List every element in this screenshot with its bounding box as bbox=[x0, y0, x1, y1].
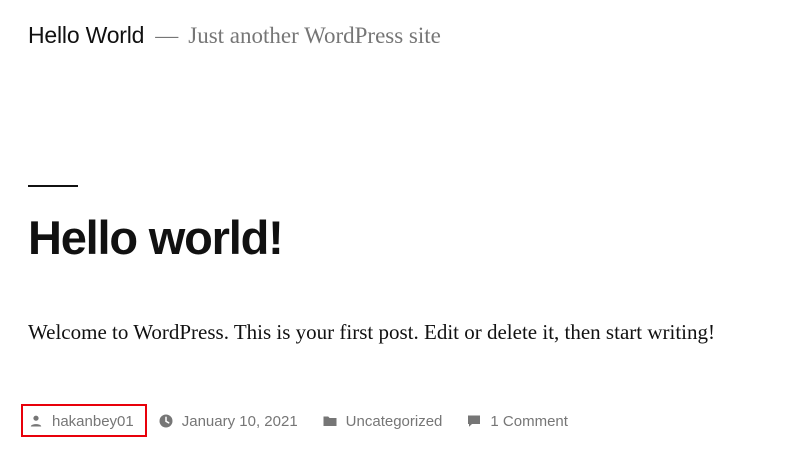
user-icon bbox=[28, 413, 44, 429]
post-date: January 10, 2021 bbox=[158, 413, 298, 430]
post-title: Hello world! bbox=[28, 211, 284, 264]
post-comments: 1 Comment bbox=[466, 413, 568, 430]
date-link[interactable]: January 10, 2021 bbox=[182, 413, 298, 430]
category-link[interactable]: Uncategorized bbox=[346, 413, 443, 430]
site-title-link[interactable]: Hello World bbox=[28, 22, 144, 49]
clock-icon bbox=[158, 413, 174, 429]
author-link[interactable]: hakanbey01 bbox=[52, 413, 134, 430]
site-header: Hello World — Just another WordPress sit… bbox=[28, 22, 441, 56]
post-author: hakanbey01 bbox=[28, 413, 134, 430]
title-divider bbox=[28, 185, 78, 187]
post-category: Uncategorized bbox=[322, 413, 443, 430]
post-meta: hakanbey01 January 10, 2021 Uncategorize… bbox=[28, 408, 568, 434]
folder-icon bbox=[322, 413, 338, 429]
comment-icon bbox=[466, 413, 482, 429]
post-content: Welcome to WordPress. This is your first… bbox=[28, 320, 715, 344]
site-description: Just another WordPress site bbox=[188, 23, 441, 48]
site-title-separator: — bbox=[155, 23, 179, 48]
comments-link[interactable]: 1 Comment bbox=[490, 413, 568, 430]
